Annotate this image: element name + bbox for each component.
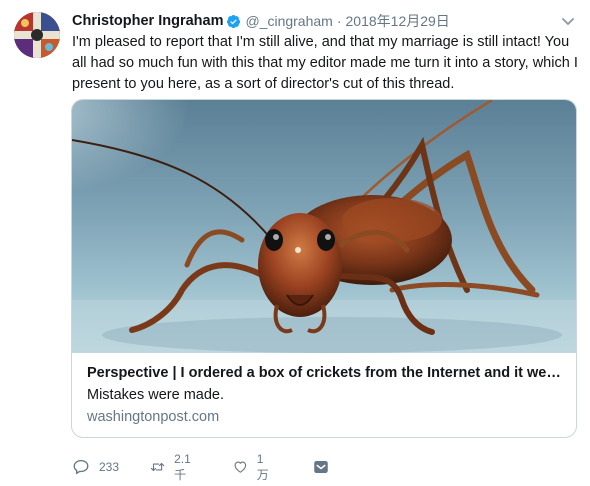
retweet-button[interactable]: 2.1千 bbox=[150, 452, 196, 482]
reply-count: 233 bbox=[99, 460, 120, 474]
tweet-timestamp[interactable]: 2018年12月29日 bbox=[346, 11, 450, 31]
avatar[interactable] bbox=[14, 12, 60, 58]
header-separator: · bbox=[336, 13, 342, 29]
link-card[interactable]: Perspective | I ordered a box of cricket… bbox=[71, 99, 577, 438]
retweet-icon bbox=[150, 462, 165, 472]
tweet-header: Christopher Ingraham @_cingraham · 2018年… bbox=[72, 11, 450, 31]
card-domain[interactable]: washingtonpost.com bbox=[87, 409, 219, 425]
tweet-text: I'm pleased to report that I'm still ali… bbox=[72, 34, 578, 92]
tweet[interactable]: Christopher Ingraham @_cingraham · 2018年… bbox=[0, 0, 590, 486]
retweet-count: 2.1千 bbox=[174, 451, 191, 482]
card-description: Mistakes were made. bbox=[87, 387, 224, 403]
envelope-icon bbox=[314, 461, 328, 473]
author-handle[interactable]: @_cingraham bbox=[245, 13, 332, 29]
avatar-image-icon bbox=[14, 12, 60, 58]
reply-icon bbox=[73, 459, 89, 475]
author-name[interactable]: Christopher Ingraham bbox=[72, 13, 223, 29]
chevron-down-icon[interactable] bbox=[561, 14, 575, 25]
reply-button[interactable]: 233 bbox=[72, 457, 119, 477]
like-count: 1万 bbox=[256, 451, 269, 482]
direct-message-button[interactable] bbox=[312, 457, 330, 477]
like-button[interactable]: 1万 bbox=[233, 452, 272, 482]
card-title[interactable]: Perspective | I ordered a box of cricket… bbox=[87, 365, 565, 381]
heart-icon bbox=[234, 461, 247, 473]
verified-badge-icon bbox=[226, 14, 241, 29]
cricket-photo-icon bbox=[72, 100, 576, 353]
